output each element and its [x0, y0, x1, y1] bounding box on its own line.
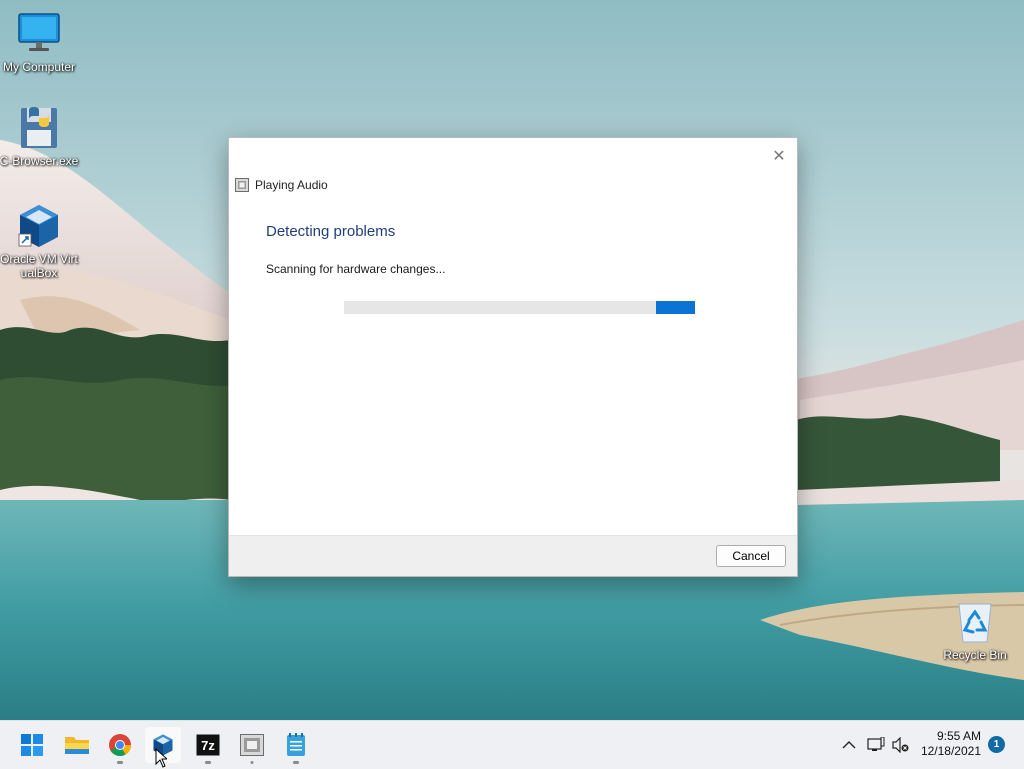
- volume-button[interactable]: [890, 733, 912, 757]
- network-status-button[interactable]: [865, 733, 887, 757]
- running-indicator: [293, 761, 299, 764]
- monitor-icon: [18, 13, 60, 51]
- desktop-icon-c-browser[interactable]: C-Browser.exe: [0, 104, 79, 168]
- 7zip-icon: 7z: [196, 734, 220, 756]
- mouse-cursor-icon: [155, 748, 167, 768]
- notepad-icon: [287, 733, 305, 756]
- python-floppy-icon: [21, 107, 57, 148]
- status-text: Scanning for hardware changes...: [266, 262, 446, 276]
- desktop-icon-label: My Computer: [2, 60, 76, 74]
- troubleshooter-dialog: ✕ Playing Audio Detecting problems Scann…: [228, 137, 798, 577]
- troubleshooter-icon: [235, 178, 249, 192]
- troubleshooter-icon: [240, 734, 264, 756]
- clock-time: 9:55 AM: [936, 729, 981, 743]
- taskbar-notepad[interactable]: [278, 727, 314, 764]
- close-icon: ✕: [772, 148, 786, 165]
- desktop-icon-label: C-Browser.exe: [0, 154, 79, 168]
- clock-date: 12/18/2021: [920, 744, 981, 758]
- desktop-icon-my-computer[interactable]: My Computer: [0, 10, 79, 74]
- virtualbox-icon: [18, 205, 58, 247]
- cancel-button[interactable]: Cancel: [716, 545, 786, 567]
- dialog-footer: Cancel: [229, 535, 797, 576]
- start-icon: [21, 734, 43, 756]
- taskbar-file-explorer[interactable]: [59, 727, 95, 763]
- running-indicator: [250, 761, 254, 764]
- taskbar-7zip[interactable]: 7z: [190, 727, 226, 764]
- file-explorer-icon: [65, 737, 89, 754]
- running-indicator: [117, 761, 123, 764]
- 7zip-label: 7z: [201, 738, 215, 753]
- progress-bar: [344, 301, 695, 314]
- start-button[interactable]: [14, 727, 50, 763]
- dialog-title-bar: Playing Audio: [235, 176, 328, 194]
- running-indicator: [205, 761, 211, 764]
- network-icon: [867, 737, 885, 751]
- desktop-icon-recycle-bin[interactable]: Recycle Bin: [935, 598, 1015, 662]
- chrome-icon: [109, 734, 131, 756]
- desktop-icon-label: Oracle VM VirtualBox: [0, 252, 78, 280]
- speaker-muted-icon: [892, 737, 909, 753]
- taskbar: 7z 9:55 AM 12/18/2021 1: [0, 720, 1024, 769]
- close-button[interactable]: ✕: [767, 144, 791, 168]
- desktop-icon-label: Recycle Bin: [943, 648, 1007, 662]
- dialog-title: Playing Audio: [255, 178, 328, 192]
- clock[interactable]: 9:55 AM 12/18/2021: [921, 729, 981, 759]
- taskbar-chrome[interactable]: [102, 727, 138, 764]
- notification-badge[interactable]: 1: [988, 736, 1005, 753]
- recycle-bin-icon: [958, 603, 992, 643]
- taskbar-troubleshooter[interactable]: [234, 727, 270, 764]
- chevron-up-icon: [842, 741, 856, 749]
- progress-indicator: [656, 301, 695, 314]
- desktop-icon-virtualbox[interactable]: Oracle VM VirtualBox: [0, 202, 79, 280]
- show-hidden-icons-button[interactable]: [838, 733, 860, 757]
- dialog-heading: Detecting problems: [266, 223, 396, 240]
